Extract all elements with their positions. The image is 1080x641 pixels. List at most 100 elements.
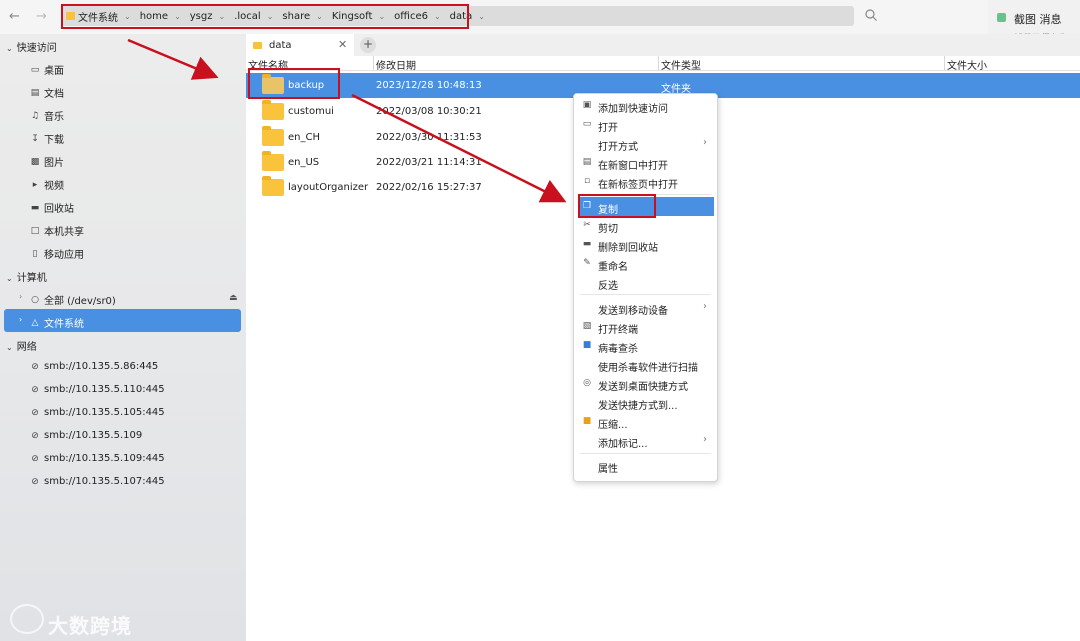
sidebar-item-disc[interactable]: ○ 全部 (/dev/sr0) xyxy=(30,292,116,308)
sidebar-item-trash[interactable]: ▬ 回收站 xyxy=(30,200,74,216)
drive-icon: △ xyxy=(31,317,39,328)
archive-icon: ■ xyxy=(582,416,592,426)
notification-title: 截图 消息 xyxy=(1014,13,1062,26)
tab-data[interactable]: data ✕ xyxy=(246,34,354,56)
sidebar-item-mobile-apps[interactable]: ▯ 移动应用 xyxy=(30,246,84,262)
menu-item-open-new-tab[interactable]: ▫ 在新标签页中打开 xyxy=(574,172,717,191)
folder-icon xyxy=(262,126,284,146)
menu-item-invert-selection[interactable]: 反选 xyxy=(574,273,717,292)
menu-item-compress[interactable]: ■ 压缩... xyxy=(574,412,717,431)
section-label: 计算机 xyxy=(16,273,47,284)
column-divider[interactable] xyxy=(944,56,945,70)
back-button[interactable]: ← xyxy=(9,9,20,24)
sidebar-item-label: smb://10.135.5.109:445 xyxy=(44,453,165,464)
sidebar-item-desktop[interactable]: ▭ 桌面 xyxy=(30,62,64,78)
sidebar-item-smb[interactable]: ⊘ smb://10.135.5.110:445 xyxy=(30,384,164,395)
sidebar-item-label: smb://10.135.5.107:445 xyxy=(44,476,165,487)
add-tab-button[interactable]: + xyxy=(360,37,376,53)
menu-item-cut[interactable]: ✂ 剪切 xyxy=(574,216,717,235)
sidebar-item-smb[interactable]: ⊘ smb://10.135.5.107:445 xyxy=(30,476,165,487)
sidebar-item-smb[interactable]: ⊘ smb://10.135.5.105:445 xyxy=(30,407,165,418)
file-modified: 2022/03/08 10:30:21 xyxy=(376,106,482,117)
menu-item-open-with[interactable]: 打开方式 › xyxy=(574,134,717,153)
search-icon[interactable] xyxy=(864,8,878,22)
menu-item-add-tag[interactable]: 添加标记... › xyxy=(574,431,717,450)
pencil-icon: ✎ xyxy=(583,258,591,268)
column-modified[interactable]: 修改日期 xyxy=(376,57,416,72)
shortcut-icon: ◎ xyxy=(583,378,591,388)
menu-item-label: 属性 xyxy=(598,464,618,475)
sidebar-item-pictures[interactable]: ▩ 图片 xyxy=(30,154,64,170)
sidebar-item-filesystem[interactable]: △ 文件系统 xyxy=(30,315,84,331)
close-icon[interactable]: ✕ xyxy=(338,38,347,51)
sidebar-section-computer[interactable]: ⌄ 计算机 xyxy=(6,269,47,284)
menu-item-delete[interactable]: ▬ 删除到回收站 xyxy=(574,235,717,254)
menu-item-scan-antivirus[interactable]: 使用杀毒软件进行扫描 xyxy=(574,355,717,374)
antivirus-icon: ■ xyxy=(582,340,592,350)
file-modified: 2022/03/21 11:14:31 xyxy=(376,157,482,168)
folder-icon xyxy=(262,151,284,171)
sidebar-item-local-share[interactable]: □ 本机共享 xyxy=(30,223,84,239)
menu-item-label: 反选 xyxy=(598,281,618,292)
column-divider[interactable] xyxy=(658,56,659,70)
new-window-icon: ▤ xyxy=(582,157,592,167)
file-modified: 2022/03/30 11:31:53 xyxy=(376,132,482,143)
annotation-box-breadcrumb xyxy=(61,4,469,29)
download-icon: ↧ xyxy=(31,133,39,144)
watermark-logo xyxy=(10,604,44,634)
sidebar-item-smb[interactable]: ⊘ smb://10.135.5.109:445 xyxy=(30,453,165,464)
column-header: 文件名称 修改日期 文件类型 文件大小 xyxy=(246,56,1080,72)
chevron-right-icon: › xyxy=(703,301,707,312)
sidebar-item-smb[interactable]: ⊘ smb://10.135.5.109 xyxy=(30,430,142,441)
menu-item-antivirus[interactable]: ■ 病毒查杀 xyxy=(574,336,717,355)
chevron-right-icon[interactable]: › xyxy=(19,292,22,301)
column-type[interactable]: 文件类型 xyxy=(661,57,701,72)
menu-item-label: 发送到移动设备 xyxy=(598,306,668,317)
forward-button[interactable]: → xyxy=(36,9,47,24)
network-share-icon: ⊘ xyxy=(31,476,39,487)
trash-icon: ▬ xyxy=(30,202,40,213)
menu-item-label: 发送到桌面快捷方式 xyxy=(598,382,688,393)
menu-item-add-quick-access[interactable]: ▣ 添加到快速访问 xyxy=(574,96,717,115)
sidebar-item-videos[interactable]: ▸ 视频 xyxy=(30,177,64,193)
chevron-right-icon[interactable]: › xyxy=(19,315,22,324)
sidebar-item-downloads[interactable]: ↧ 下载 xyxy=(30,131,64,147)
chevron-down-icon[interactable]: ⌄ xyxy=(478,12,485,21)
annotation-box-backup xyxy=(248,68,340,99)
sidebar-item-documents[interactable]: ▤ 文档 xyxy=(30,85,64,101)
menu-item-send-to-device[interactable]: 发送到移动设备 › xyxy=(574,298,717,317)
menu-item-properties[interactable]: 属性 xyxy=(574,456,717,475)
sidebar-section-quick-access[interactable]: ⌄ 快速访问 xyxy=(6,39,57,54)
menu-item-send-desktop-shortcut[interactable]: ◎ 发送到桌面快捷方式 xyxy=(574,374,717,393)
sidebar-item-label: smb://10.135.5.109 xyxy=(44,430,143,441)
desktop-icon: ▭ xyxy=(30,64,40,75)
document-icon: ▤ xyxy=(30,87,40,98)
section-label: 网络 xyxy=(16,342,37,353)
sidebar-item-smb[interactable]: ⊘ smb://10.135.5.86:445 xyxy=(30,361,158,372)
disc-icon: ○ xyxy=(31,294,39,305)
tab-bar: data ✕ + xyxy=(246,34,1080,56)
menu-item-label: 添加标记... xyxy=(598,439,648,450)
sidebar-item-label: 文档 xyxy=(44,89,64,100)
menu-separator xyxy=(580,294,711,295)
sidebar-item-label: 音乐 xyxy=(44,112,64,123)
folder-share-icon: □ xyxy=(30,225,40,236)
column-divider[interactable] xyxy=(373,56,374,70)
sidebar-item-label: smb://10.135.5.86:445 xyxy=(44,361,159,372)
menu-item-open[interactable]: ▭ 打开 xyxy=(574,115,717,134)
sidebar-item-label: smb://10.135.5.105:445 xyxy=(44,407,165,418)
network-share-icon: ⊘ xyxy=(31,361,39,372)
sidebar-item-music[interactable]: ♫ 音乐 xyxy=(30,108,64,124)
column-size[interactable]: 文件大小 xyxy=(947,57,987,72)
sidebar-item-label: 全部 (/dev/sr0) xyxy=(44,296,116,307)
chevron-down-icon: ⌄ xyxy=(6,343,13,352)
sidebar-section-network[interactable]: ⌄ 网络 xyxy=(6,338,37,353)
menu-item-rename[interactable]: ✎ 重命名 xyxy=(574,254,717,273)
menu-item-open-new-window[interactable]: ▤ 在新窗口中打开 xyxy=(574,153,717,172)
eject-icon[interactable]: ⏏ xyxy=(229,293,238,303)
network-share-icon: ⊘ xyxy=(31,453,39,464)
menu-item-send-shortcut-to[interactable]: 发送快捷方式到... xyxy=(574,393,717,412)
terminal-icon: ▧ xyxy=(582,321,592,331)
menu-item-open-terminal[interactable]: ▧ 打开终端 xyxy=(574,317,717,336)
sidebar-item-label: 文件系统 xyxy=(44,319,84,330)
